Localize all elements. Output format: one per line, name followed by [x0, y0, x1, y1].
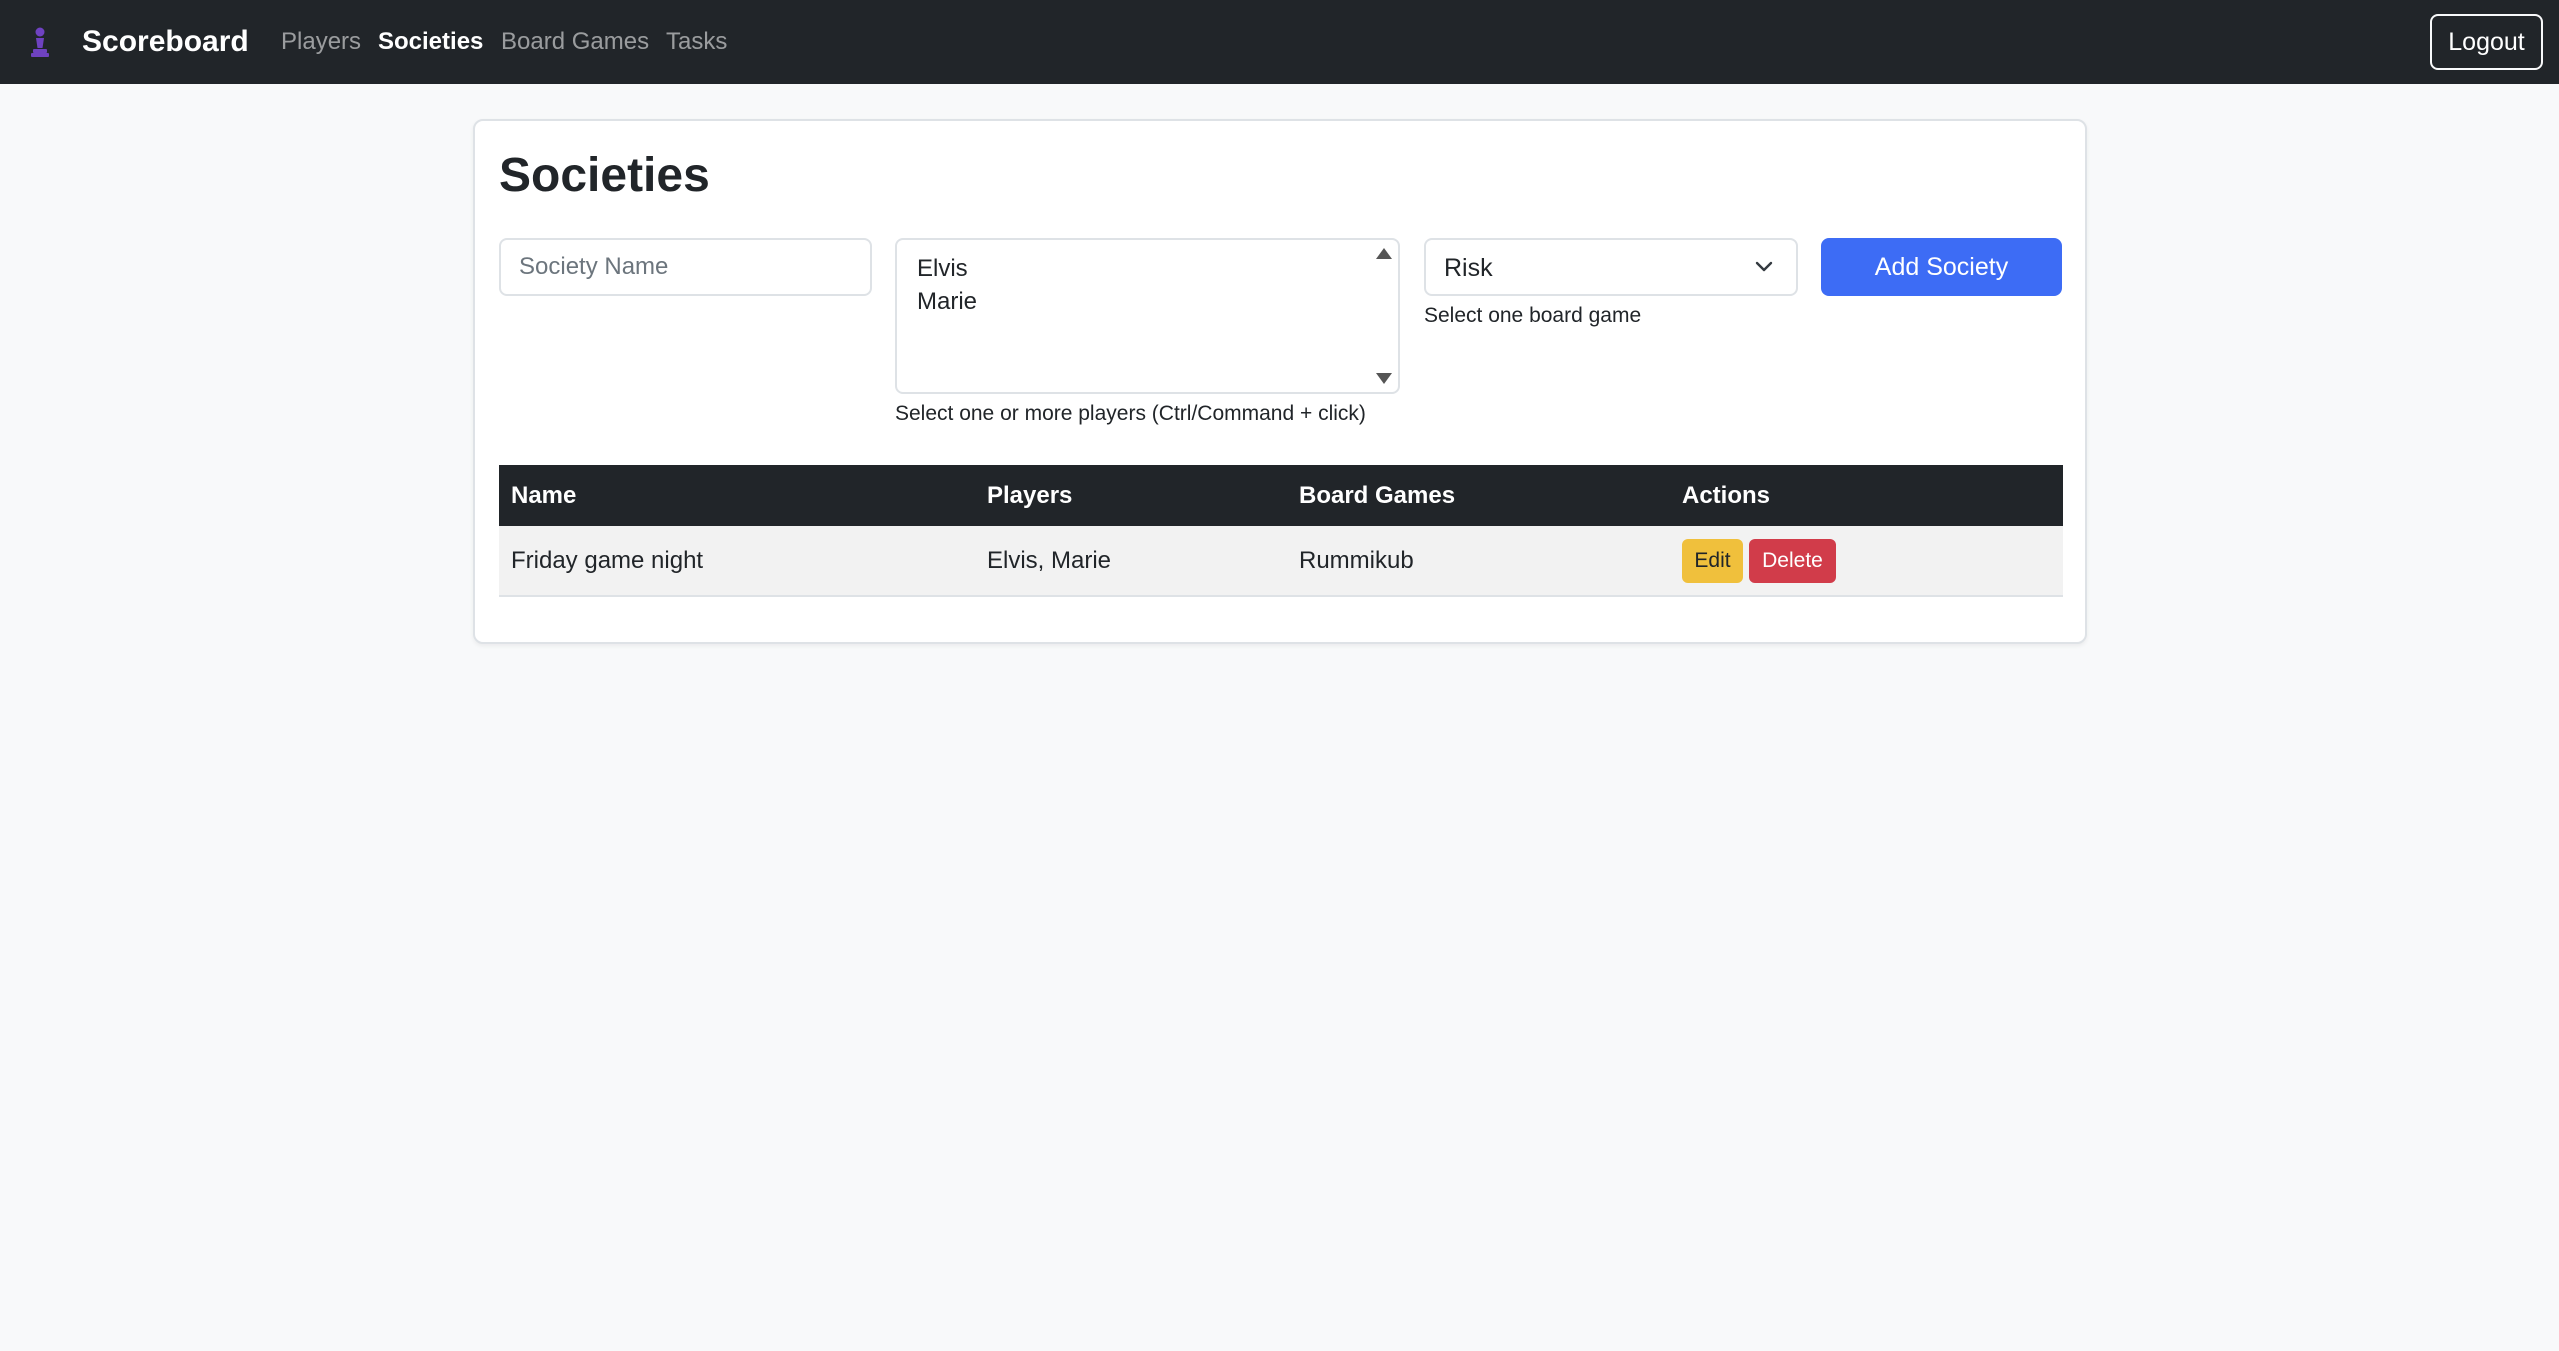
nav-link-board-games[interactable]: Board Games: [501, 26, 649, 58]
cell-players: Elvis, Marie: [987, 547, 1112, 574]
scroll-up-arrow-icon[interactable]: [1376, 248, 1392, 259]
board-game-select[interactable]: Risk: [1424, 238, 1798, 296]
board-game-selected-value: Risk: [1444, 254, 1493, 282]
nav-link-tasks[interactable]: Tasks: [666, 26, 727, 58]
column-header-players: Players: [987, 482, 1073, 509]
column-header-actions: Actions: [1682, 482, 1771, 509]
cell-board-games: Rummikub: [1299, 547, 1414, 574]
column-header-name: Name: [511, 482, 577, 509]
cell-society-name: Friday game night: [511, 547, 704, 574]
board-game-help-text: Select one board game: [1424, 304, 1642, 327]
table-header: Name Players Board Games Actions: [499, 465, 2063, 526]
delete-button[interactable]: Delete: [1749, 539, 1836, 583]
nav-link-players[interactable]: Players: [281, 26, 361, 58]
brand-link[interactable]: Scoreboard: [82, 24, 249, 60]
add-society-button[interactable]: Add Society: [1821, 238, 2062, 296]
logout-button[interactable]: Logout: [2430, 14, 2543, 70]
scroll-down-arrow-icon[interactable]: [1376, 373, 1392, 384]
societies-table: Name Players Board Games Actions Friday …: [499, 465, 2063, 597]
chess-pawn-icon: [31, 27, 49, 57]
player-option[interactable]: Elvis: [917, 253, 968, 285]
edit-button[interactable]: Edit: [1682, 539, 1743, 583]
chevron-down-icon: [1755, 261, 1773, 272]
player-option[interactable]: Marie: [917, 286, 977, 318]
column-header-board-games: Board Games: [1299, 482, 1456, 509]
players-multiselect[interactable]: Elvis Marie: [895, 238, 1400, 394]
nav-link-societies[interactable]: Societies: [378, 26, 483, 58]
players-help-text: Select one or more players (Ctrl/Command…: [895, 402, 1366, 425]
society-name-input[interactable]: [499, 238, 872, 296]
page-title: Societies: [499, 149, 710, 202]
top-navbar: Scoreboard Players Societies Board Games…: [0, 0, 2559, 84]
table-row: Friday game night Elvis, Marie Rummikub …: [499, 526, 2063, 597]
